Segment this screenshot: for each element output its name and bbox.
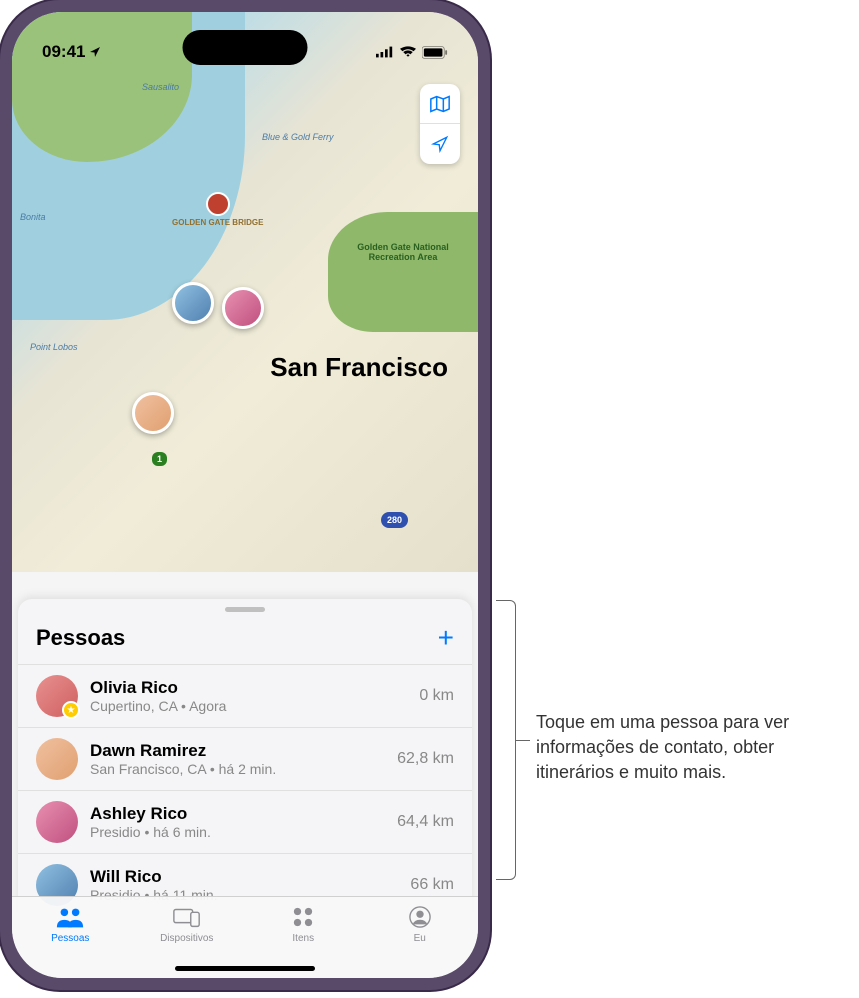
map-view[interactable]: Sausalito Bonita Point Lobos Blue & Gold… — [12, 12, 478, 572]
map-label-park: Golden Gate National Recreation Area — [348, 242, 458, 262]
person-info: Ashley Rico Presidio • há 6 min. — [90, 804, 385, 840]
route-badge-1: 1 — [152, 452, 167, 466]
person-name: Olivia Rico — [90, 678, 407, 698]
map-label-ferry: Blue & Gold Ferry — [262, 132, 334, 142]
avatar — [132, 392, 174, 434]
battery-icon — [422, 46, 448, 59]
me-icon — [409, 903, 431, 931]
person-distance: 0 km — [419, 687, 454, 705]
add-person-button[interactable]: + — [438, 624, 454, 652]
people-sheet[interactable]: Pessoas + ★ Olivia Rico Cupertino, CA • … — [18, 599, 472, 916]
map-label-sausalito: Sausalito — [142, 82, 179, 92]
people-icon — [55, 903, 85, 931]
people-list: ★ Olivia Rico Cupertino, CA • Agora 0 km… — [18, 664, 472, 916]
map-label-bonita: Bonita — [20, 212, 46, 222]
wifi-icon — [400, 46, 416, 58]
person-name: Dawn Ramirez — [90, 741, 385, 761]
sheet-title: Pessoas — [36, 625, 125, 651]
tab-label: Eu — [414, 933, 426, 944]
location-services-icon — [89, 46, 101, 58]
status-time: 09:41 — [42, 42, 101, 62]
status-time-text: 09:41 — [42, 42, 85, 62]
person-avatar — [36, 801, 78, 843]
person-avatar — [36, 738, 78, 780]
map-city-label: San Francisco — [270, 352, 448, 383]
home-indicator[interactable] — [175, 966, 315, 971]
avatar — [172, 282, 214, 324]
person-row[interactable]: Ashley Rico Presidio • há 6 min. 64,4 km — [18, 790, 472, 853]
status-icons — [376, 46, 448, 59]
phone-frame: 09:41 Sausalito Bonita Point Lobos Blue … — [0, 0, 490, 990]
map-person-pin[interactable] — [172, 282, 214, 330]
tab-label: Dispositivos — [160, 933, 213, 944]
sheet-drag-handle[interactable] — [225, 607, 265, 612]
avatar — [222, 287, 264, 329]
map-label-point-lobos: Point Lobos — [30, 342, 78, 352]
map-controls — [420, 84, 460, 164]
devices-icon — [172, 903, 202, 931]
person-name: Will Rico — [90, 867, 398, 887]
tab-people[interactable]: Pessoas — [12, 903, 129, 960]
person-distance: 66 km — [410, 876, 454, 894]
map-person-pin[interactable] — [222, 287, 264, 335]
golden-gate-marker[interactable]: GOLDEN GATE BRIDGE — [172, 192, 263, 227]
callout-text: Toque em uma pessoa para ver informações… — [536, 710, 846, 786]
person-distance: 62,8 km — [397, 750, 454, 768]
person-name: Ashley Rico — [90, 804, 385, 824]
tab-devices[interactable]: Dispositivos — [129, 903, 246, 960]
person-info: Dawn Ramirez San Francisco, CA • há 2 mi… — [90, 741, 385, 777]
person-location-time: San Francisco, CA • há 2 min. — [90, 761, 385, 777]
favorite-badge-icon: ★ — [62, 701, 80, 719]
golden-gate-label: GOLDEN GATE BRIDGE — [172, 218, 263, 227]
map-icon — [430, 95, 450, 113]
route-badge-280: 280 — [381, 512, 408, 528]
map-mode-button[interactable] — [420, 84, 460, 124]
person-distance: 64,4 km — [397, 813, 454, 831]
person-avatar: ★ — [36, 675, 78, 717]
person-info: Olivia Rico Cupertino, CA • Agora — [90, 678, 407, 714]
items-icon — [292, 903, 314, 931]
tab-label: Pessoas — [51, 933, 89, 944]
tab-items[interactable]: Itens — [245, 903, 362, 960]
person-row[interactable]: ★ Olivia Rico Cupertino, CA • Agora 0 km — [18, 664, 472, 727]
annotation-callout: Toque em uma pessoa para ver informações… — [510, 640, 846, 716]
bridge-icon — [206, 192, 230, 216]
tab-label: Itens — [292, 933, 314, 944]
dynamic-island — [183, 30, 308, 65]
location-arrow-icon — [431, 135, 449, 153]
person-location-time: Presidio • há 6 min. — [90, 824, 385, 840]
tab-me[interactable]: Eu — [362, 903, 479, 960]
person-location-time: Cupertino, CA • Agora — [90, 698, 407, 714]
cellular-icon — [376, 46, 394, 58]
person-row[interactable]: Dawn Ramirez San Francisco, CA • há 2 mi… — [18, 727, 472, 790]
map-person-pin[interactable] — [132, 392, 174, 440]
locate-me-button[interactable] — [420, 124, 460, 164]
